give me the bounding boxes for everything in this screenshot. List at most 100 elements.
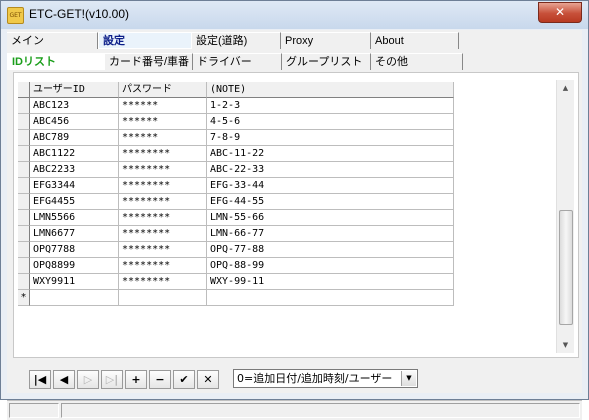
app-icon: GET xyxy=(7,7,24,24)
tab-about[interactable]: About xyxy=(371,32,459,49)
column-header-password[interactable]: パスワード xyxy=(119,82,207,98)
cell-note[interactable]: EFG-44-55 xyxy=(207,194,454,210)
cell-note[interactable]: EFG-33-44 xyxy=(207,178,454,194)
cell-note[interactable]: 4-5-6 xyxy=(207,114,454,130)
table-row[interactable]: ABC1122 ******** ABC-11-22 xyxy=(18,146,454,162)
table-row[interactable]: LMN5566 ******** LMN-55-66 xyxy=(18,210,454,226)
cell-note[interactable]: LMN-55-66 xyxy=(207,210,454,226)
cell-password[interactable]: ****** xyxy=(119,114,207,130)
cell-note[interactable]: 7-8-9 xyxy=(207,130,454,146)
cell-password[interactable]: ******** xyxy=(119,162,207,178)
cell-password[interactable] xyxy=(119,290,207,306)
window-title: ETC-GET!(v10.00) xyxy=(29,7,130,21)
table-row[interactable]: OPQ8899 ******** OPQ-88-99 xyxy=(18,258,454,274)
tab-road-settings[interactable]: 設定(道路) xyxy=(192,32,281,49)
cell-password[interactable]: ****** xyxy=(119,130,207,146)
cell-note[interactable]: OPQ-77-88 xyxy=(207,242,454,258)
nav-insert-button[interactable]: + xyxy=(125,370,147,389)
cell-note[interactable]: OPQ-88-99 xyxy=(207,258,454,274)
cell-user-id[interactable]: ABC2233 xyxy=(30,162,119,178)
tab-main[interactable]: メイン xyxy=(7,32,98,49)
chevron-down-icon[interactable]: ▼ xyxy=(401,371,416,386)
cell-password[interactable]: ******** xyxy=(119,210,207,226)
tab-other[interactable]: その他 xyxy=(371,53,463,70)
cell-password[interactable]: ******** xyxy=(119,194,207,210)
sort-order-select[interactable]: 0=追加日付/追加時刻/ユーザー ▼ xyxy=(233,369,418,388)
cell-note[interactable]: ABC-22-33 xyxy=(207,162,454,178)
cell-user-id[interactable] xyxy=(30,290,119,306)
grid-vertical-scrollbar[interactable]: ▲ ▼ xyxy=(556,80,574,353)
cell-note[interactable]: LMN-66-77 xyxy=(207,226,454,242)
cell-password[interactable]: ******** xyxy=(119,242,207,258)
status-bar xyxy=(7,400,582,420)
status-panel-2 xyxy=(61,403,580,418)
cell-password[interactable]: ******** xyxy=(119,226,207,242)
table-row[interactable]: ABC123 ****** 1-2-3 xyxy=(18,98,454,114)
row-indicator[interactable] xyxy=(18,146,30,162)
close-button[interactable]: ✕ xyxy=(538,2,582,23)
table-row[interactable]: EFG4455 ******** EFG-44-55 xyxy=(18,194,454,210)
cell-password[interactable]: ******** xyxy=(119,146,207,162)
scrollbar-thumb[interactable] xyxy=(559,210,573,325)
cell-user-id[interactable]: ABC789 xyxy=(30,130,119,146)
cell-note[interactable] xyxy=(207,290,454,306)
cell-user-id[interactable]: EFG4455 xyxy=(30,194,119,210)
cell-note[interactable]: ABC-11-22 xyxy=(207,146,454,162)
table-row[interactable]: ABC2233 ******** ABC-22-33 xyxy=(18,162,454,178)
cell-user-id[interactable]: EFG3344 xyxy=(30,178,119,194)
main-tab-strip: メイン 設定 設定(道路) Proxy About xyxy=(7,32,582,50)
tab-group-list[interactable]: グループリスト xyxy=(282,53,371,70)
cell-user-id[interactable]: LMN6677 xyxy=(30,226,119,242)
table-row[interactable]: OPQ7788 ******** OPQ-77-88 xyxy=(18,242,454,258)
row-indicator[interactable] xyxy=(18,178,30,194)
row-indicator[interactable] xyxy=(18,226,30,242)
tab-id-list[interactable]: IDリスト xyxy=(7,53,105,70)
cell-user-id[interactable]: WXY9911 xyxy=(30,274,119,290)
row-indicator[interactable] xyxy=(18,162,30,178)
new-row[interactable]: * xyxy=(18,290,454,306)
table-row[interactable]: ABC456 ****** 4-5-6 xyxy=(18,114,454,130)
cell-user-id[interactable]: ABC123 xyxy=(30,98,119,114)
cell-user-id[interactable]: ABC456 xyxy=(30,114,119,130)
nav-prior-button[interactable]: ◀ xyxy=(53,370,75,389)
nav-cancel-button[interactable]: ✕ xyxy=(197,370,219,389)
cell-user-id[interactable]: ABC1122 xyxy=(30,146,119,162)
title-bar[interactable]: GET ETC-GET!(v10.00) ✕ xyxy=(1,1,588,29)
row-indicator[interactable] xyxy=(18,98,30,114)
tab-card-number[interactable]: カード番号/車番 xyxy=(105,53,193,70)
nav-next-button[interactable]: ▷ xyxy=(77,370,99,389)
cell-user-id[interactable]: OPQ7788 xyxy=(30,242,119,258)
column-header-note[interactable]: (NOTE) xyxy=(207,82,454,98)
table-row[interactable]: WXY9911 ******** WXY-99-11 xyxy=(18,274,454,290)
new-row-marker[interactable]: * xyxy=(18,290,30,306)
nav-last-button[interactable]: ▷| xyxy=(101,370,123,389)
status-panel-1 xyxy=(9,403,59,418)
cell-note[interactable]: WXY-99-11 xyxy=(207,274,454,290)
nav-post-button[interactable]: ✔ xyxy=(173,370,195,389)
row-indicator[interactable] xyxy=(18,210,30,226)
table-row[interactable]: EFG3344 ******** EFG-33-44 xyxy=(18,178,454,194)
cell-user-id[interactable]: OPQ8899 xyxy=(30,258,119,274)
cell-password[interactable]: ******** xyxy=(119,178,207,194)
row-indicator[interactable] xyxy=(18,274,30,290)
cell-user-id[interactable]: LMN5566 xyxy=(30,210,119,226)
nav-first-button[interactable]: |◀ xyxy=(29,370,51,389)
table-row[interactable]: LMN6677 ******** LMN-66-77 xyxy=(18,226,454,242)
row-indicator[interactable] xyxy=(18,130,30,146)
cell-password[interactable]: ******** xyxy=(119,274,207,290)
nav-delete-button[interactable]: − xyxy=(149,370,171,389)
cell-password[interactable]: ******** xyxy=(119,258,207,274)
cell-note[interactable]: 1-2-3 xyxy=(207,98,454,114)
cell-password[interactable]: ****** xyxy=(119,98,207,114)
scroll-up-arrow-icon[interactable]: ▲ xyxy=(557,80,574,96)
tab-proxy[interactable]: Proxy xyxy=(281,32,371,49)
scroll-down-arrow-icon[interactable]: ▼ xyxy=(557,337,574,353)
row-indicator[interactable] xyxy=(18,194,30,210)
row-indicator[interactable] xyxy=(18,258,30,274)
column-header-user-id[interactable]: ユーザーID xyxy=(30,82,119,98)
table-row[interactable]: ABC789 ****** 7-8-9 xyxy=(18,130,454,146)
tab-settings[interactable]: 設定 xyxy=(98,32,192,49)
row-indicator[interactable] xyxy=(18,242,30,258)
tab-driver[interactable]: ドライバー xyxy=(193,53,282,70)
row-indicator[interactable] xyxy=(18,114,30,130)
